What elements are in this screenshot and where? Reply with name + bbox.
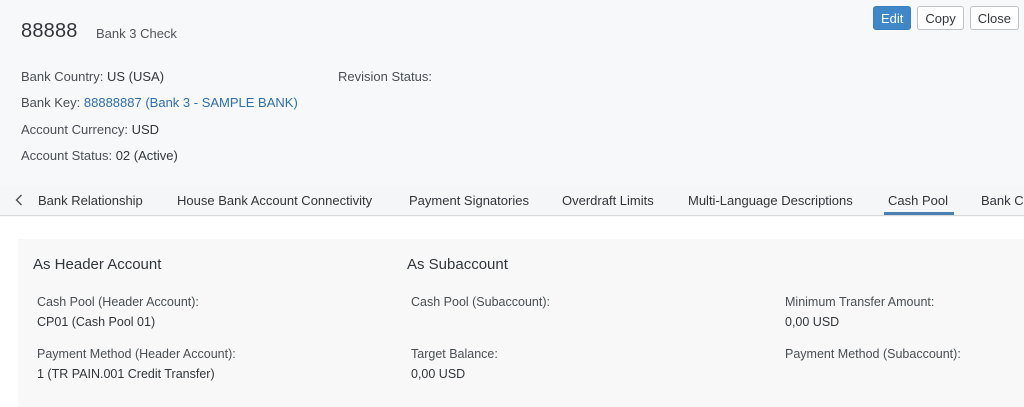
revision-status-label: Revision Status: [338, 69, 432, 84]
tab-house-bank-account-connectivity[interactable]: House Bank Account Connectivity [177, 193, 372, 208]
bank-key-attribute: Bank Key: 88888887 (Bank 3 - SAMPLE BANK… [21, 95, 298, 110]
account-currency-attribute: Account Currency: USD [21, 122, 159, 137]
revision-status-attribute: Revision Status: [338, 69, 432, 84]
bank-country-label: Bank Country: [21, 69, 104, 84]
tab-multi-language-descriptions[interactable]: Multi-Language Descriptions [688, 193, 853, 208]
object-subtitle: Bank 3 Check [96, 26, 177, 41]
cash-pool-header-label: Cash Pool (Header Account): [37, 295, 199, 309]
subaccount-title: As Subaccount [407, 256, 508, 273]
edit-button[interactable]: Edit [872, 6, 912, 30]
object-title: 88888 [21, 20, 78, 42]
account-status-attribute: Account Status: 02 (Active) [21, 148, 178, 163]
cash-pool-panel: As Header Account As Subaccount Cash Poo… [18, 239, 1024, 407]
bank-country-attribute: Bank Country: US (USA) [21, 69, 164, 84]
object-header: 88888 Bank 3 Check Edit Copy Close Bank … [0, 0, 1024, 186]
header-actions: Edit Copy Close [872, 6, 1019, 30]
bank-country-value: US (USA) [107, 69, 165, 84]
cash-pool-section: As Header Account As Subaccount Cash Poo… [0, 217, 1024, 407]
tab-bank-c[interactable]: Bank C [981, 193, 1024, 208]
cash-pool-header-value: CP01 (Cash Pool 01) [37, 315, 156, 329]
account-currency-value: USD [131, 122, 160, 137]
minimum-transfer-amount-label: Minimum Transfer Amount: [785, 295, 935, 309]
tab-cash-pool[interactable]: Cash Pool [888, 193, 948, 208]
account-status-value: 02 (Active) [115, 148, 178, 163]
tab-overdraft-limits[interactable]: Overdraft Limits [562, 193, 654, 208]
bank-key-label: Bank Key: [21, 95, 81, 110]
copy-button[interactable]: Copy [917, 6, 964, 30]
cash-pool-subaccount-label: Cash Pool (Subaccount): [411, 295, 550, 309]
section-tab-bar: Bank Relationship House Bank Account Con… [0, 186, 1024, 216]
target-balance-label: Target Balance: [411, 347, 498, 361]
payment-method-subaccount-label: Payment Method (Subaccount): [785, 347, 961, 361]
payment-method-header-label: Payment Method (Header Account): [37, 347, 236, 361]
target-balance-value: 0,00 USD [411, 367, 466, 381]
active-tab-indicator [884, 212, 954, 215]
close-button[interactable]: Close [969, 6, 1019, 30]
account-currency-label: Account Currency: [21, 122, 128, 137]
header-account-title: As Header Account [33, 256, 162, 273]
tab-payment-signatories[interactable]: Payment Signatories [409, 193, 529, 208]
bank-key-link[interactable]: 88888887 (Bank 3 - SAMPLE BANK) [84, 95, 298, 110]
account-status-label: Account Status: [21, 148, 113, 163]
payment-method-header-value: 1 (TR PAIN.001 Credit Transfer) [37, 367, 215, 381]
minimum-transfer-amount-value: 0,00 USD [785, 315, 840, 329]
chevron-left-icon[interactable] [12, 193, 26, 207]
tab-bank-relationship[interactable]: Bank Relationship [38, 193, 143, 208]
